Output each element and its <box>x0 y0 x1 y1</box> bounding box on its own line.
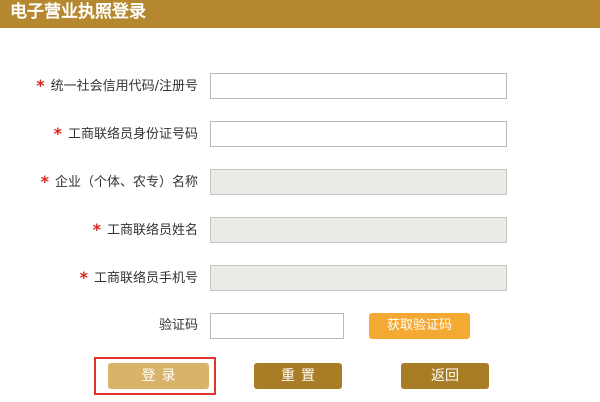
credit-code-input[interactable] <box>210 73 507 99</box>
back-button[interactable]: 返回 <box>401 363 489 389</box>
company-name-row: * 企业（个体、农专）名称 <box>0 169 600 195</box>
credit-code-label: * 统一社会信用代码/注册号 <box>36 76 198 97</box>
company-name-input <box>210 169 507 195</box>
liaison-name-label-text: 工商联络员姓名 <box>106 223 198 238</box>
required-mark: * <box>79 268 88 287</box>
required-mark: * <box>53 124 62 143</box>
liaison-id-row: * 工商联络员身份证号码 <box>0 121 600 147</box>
liaison-id-label: * 工商联络员身份证号码 <box>54 124 198 145</box>
liaison-phone-label: * 工商联络员手机号 <box>80 268 198 289</box>
credit-code-row: * 统一社会信用代码/注册号 <box>0 73 600 99</box>
required-mark: * <box>92 220 101 239</box>
required-mark: * <box>36 76 45 95</box>
get-verification-code-button[interactable]: 获取验证码 <box>369 313 470 339</box>
liaison-phone-row: * 工商联络员手机号 <box>0 265 600 291</box>
page-title: 电子营业执照登录 <box>10 2 146 22</box>
liaison-name-label: * 工商联络员姓名 <box>93 220 198 241</box>
liaison-id-input[interactable] <box>210 121 507 147</box>
liaison-phone-label-text: 工商联络员手机号 <box>93 271 198 286</box>
required-mark: * <box>40 172 49 191</box>
liaison-id-label-text: 工商联络员身份证号码 <box>67 127 198 142</box>
liaison-name-input <box>210 217 507 243</box>
verification-row: 验证码 获取验证码 <box>0 313 600 339</box>
company-name-label: * 企业（个体、农专）名称 <box>41 172 198 193</box>
login-button[interactable]: 登录 <box>108 363 209 389</box>
company-name-label-text: 企业（个体、农专）名称 <box>54 175 198 190</box>
page-header: 电子营业执照登录 <box>0 0 600 28</box>
verification-code-input[interactable] <box>210 313 344 339</box>
verification-label: 验证码 <box>158 318 198 333</box>
liaison-name-row: * 工商联络员姓名 <box>0 217 600 243</box>
credit-code-label-text: 统一社会信用代码/注册号 <box>50 79 198 94</box>
login-page: 电子营业执照登录 * 统一社会信用代码/注册号 * 工商联络员身份证号码 * 企业（个… <box>0 0 600 402</box>
liaison-phone-input <box>210 265 507 291</box>
reset-button[interactable]: 重置 <box>254 363 342 389</box>
